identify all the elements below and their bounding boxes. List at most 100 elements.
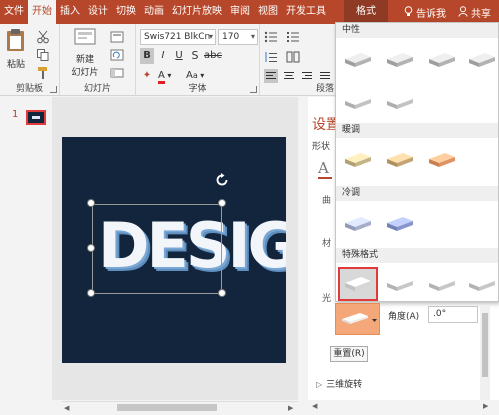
slide-thumbnail[interactable]: [26, 110, 46, 125]
bevel-warm-2[interactable]: [382, 145, 418, 175]
tell-me-button[interactable]: 告诉我: [404, 5, 446, 20]
paste-label: 粘贴: [6, 60, 25, 70]
paragraph-group: 段落: [260, 24, 336, 96]
tab-format[interactable]: 格式: [344, 0, 388, 24]
share-label: 共享: [471, 8, 491, 20]
layout-icon[interactable]: [110, 30, 124, 44]
gallery-section-neutral: 中性: [336, 23, 498, 38]
chevron-down-icon: ▾: [208, 32, 213, 41]
gallery-section-special: 特殊格式: [336, 248, 498, 263]
bevel-special-4[interactable]: [464, 269, 499, 299]
paragraph-group-label: 段落: [315, 84, 334, 94]
resize-handle-bottom-middle[interactable]: [218, 289, 226, 297]
font-group-label: 字体: [188, 84, 207, 94]
bevel-warm-3[interactable]: [424, 145, 460, 175]
horizontal-scrollbar[interactable]: ◀ ▶: [62, 401, 298, 413]
bevel-special-1[interactable]: [338, 267, 378, 301]
bevel-warm-1[interactable]: [340, 145, 376, 175]
format-pane-scroll-thumb[interactable]: [482, 313, 488, 377]
tab-developer[interactable]: 开发工具: [282, 0, 330, 24]
vertical-scrollbar[interactable]: [298, 97, 308, 400]
bevel-gallery-dropdown: 中性 暖调 冷调 特殊格式: [335, 22, 499, 302]
font-launcher-icon[interactable]: [250, 86, 257, 93]
reset-slide-icon[interactable]: [110, 48, 124, 62]
new-slide-icon: [74, 28, 96, 45]
tab-home[interactable]: 开始: [28, 0, 56, 24]
font-size-value: 170: [222, 32, 240, 42]
resize-handle-middle-left[interactable]: [87, 244, 95, 252]
text-selection-box[interactable]: [92, 204, 222, 294]
underline-button[interactable]: U: [172, 48, 186, 64]
new-slide-label-2: 幻灯片: [71, 68, 99, 78]
slide-thumbnail-pane: 1: [0, 97, 52, 415]
resize-handle-top-middle[interactable]: [218, 199, 226, 207]
shadow-button[interactable]: S: [188, 48, 202, 64]
bevel-neutral-3[interactable]: [424, 45, 460, 75]
cut-icon[interactable]: [36, 30, 50, 44]
copy-icon[interactable]: [36, 48, 50, 62]
format-painter-icon[interactable]: [36, 66, 50, 80]
font-name-select[interactable]: Swis721 BlkCn ▾: [140, 29, 216, 45]
rotate-handle-icon[interactable]: [214, 172, 230, 191]
reset-button[interactable]: 重置(R): [330, 346, 368, 362]
resize-handle-top-left[interactable]: [87, 199, 95, 207]
numbering-icon[interactable]: [286, 30, 300, 44]
bevel-neutral-2[interactable]: [382, 45, 418, 75]
line-spacing-icon[interactable]: [264, 50, 278, 64]
new-slide-button[interactable]: 新建 幻灯片: [68, 27, 102, 78]
font-name-value: Swis721 BlkCn: [144, 32, 211, 42]
clipboard-group: 粘贴 剪贴板: [0, 24, 60, 96]
bullets-icon[interactable]: [264, 30, 278, 44]
tab-review[interactable]: 审阅: [226, 0, 254, 24]
format-pane-subtitle[interactable]: 形状: [312, 139, 330, 152]
text-options-underline: [318, 177, 332, 179]
font-group: Swis721 BlkCn ▾ 170 ▾ B I U S abc ✦ A ▾ …: [136, 24, 260, 96]
pane-scroll-right-icon[interactable]: ▶: [483, 402, 488, 410]
font-size-select[interactable]: 170 ▾: [218, 29, 258, 45]
angle-input[interactable]: .0°: [428, 306, 478, 323]
bevel-special-3[interactable]: [424, 269, 460, 299]
bevel-special-2[interactable]: [382, 269, 418, 299]
tab-slideshow[interactable]: 幻灯片放映: [168, 0, 226, 24]
section-icon[interactable]: [110, 66, 124, 80]
tab-animations[interactable]: 动画: [140, 0, 168, 24]
tab-transitions[interactable]: 切换: [112, 0, 140, 24]
scroll-right-icon[interactable]: ▶: [288, 404, 293, 412]
resize-handle-bottom-left[interactable]: [87, 289, 95, 297]
new-slide-label-1: 新建: [75, 55, 94, 65]
strikethrough-button[interactable]: abc: [204, 48, 222, 64]
share-button[interactable]: 共享: [458, 5, 491, 20]
bevel-cool-2[interactable]: [382, 209, 418, 239]
bevel-cool-1[interactable]: [340, 209, 376, 239]
tab-design[interactable]: 设计: [84, 0, 112, 24]
bevel-neutral-6[interactable]: [382, 87, 418, 117]
italic-button[interactable]: I: [156, 48, 170, 64]
gallery-section-cool: 冷调: [336, 186, 498, 201]
pane-side-label-1: 曲: [322, 196, 332, 206]
columns-icon[interactable]: [286, 50, 300, 64]
bevel-neutral-1[interactable]: [340, 45, 376, 75]
person-icon: [458, 5, 468, 20]
material-picker-button[interactable]: [335, 303, 380, 335]
pane-side-label-3: 光: [322, 294, 332, 304]
bevel-neutral-4[interactable]: [464, 45, 499, 75]
tab-view[interactable]: 视图: [254, 0, 282, 24]
chevron-down-icon: ▾: [250, 32, 255, 41]
tab-insert[interactable]: 插入: [56, 0, 84, 24]
horizontal-scroll-thumb[interactable]: [117, 404, 217, 411]
pane-scroll-left-icon[interactable]: ◀: [312, 402, 317, 410]
format-pane-bottom-bar: ◀ ▶: [308, 400, 499, 415]
tab-file[interactable]: 文件: [0, 0, 28, 24]
thumbnail-text-mark: [32, 116, 40, 119]
material-preview-icon: [342, 313, 377, 324]
3d-rotation-label: 三维旋转: [326, 380, 363, 390]
bold-button[interactable]: B: [140, 48, 154, 64]
paste-button[interactable]: 粘贴: [4, 28, 28, 70]
tell-me-label: 告诉我: [416, 8, 446, 20]
clipboard-launcher-icon[interactable]: [50, 86, 57, 93]
3d-rotation-section[interactable]: ▷ 三维旋转: [316, 377, 362, 390]
ribbon-tab-bar: 文件 开始 插入 设计 切换 动画 幻灯片放映 审阅 视图 开发工具 格式 告诉…: [0, 0, 499, 24]
text-options-icon[interactable]: A: [318, 159, 329, 177]
bevel-neutral-5[interactable]: [340, 87, 376, 117]
scroll-left-icon[interactable]: ◀: [64, 404, 69, 412]
